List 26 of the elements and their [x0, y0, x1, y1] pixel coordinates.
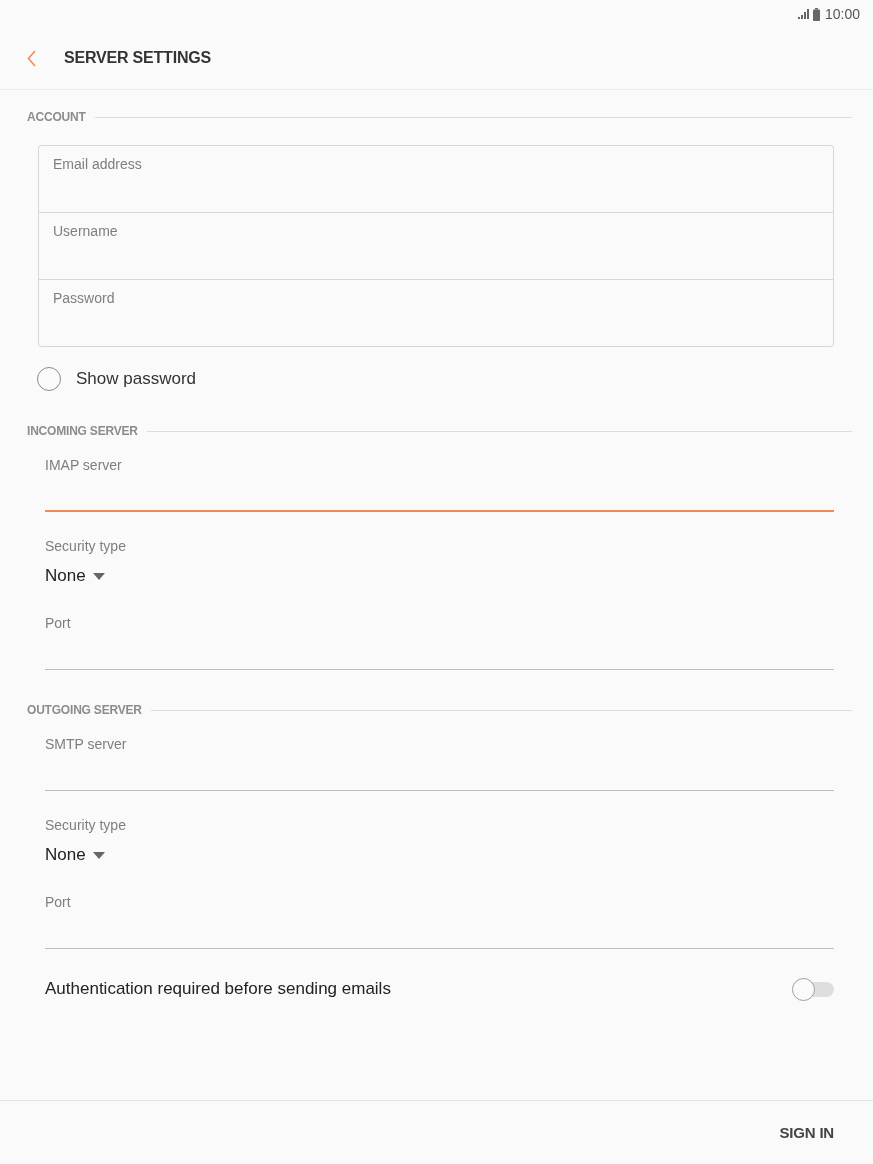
back-button[interactable]: [27, 49, 36, 67]
input-field[interactable]: Password: [38, 279, 834, 347]
field-label: Security type: [45, 817, 126, 833]
input-field[interactable]: Username: [38, 212, 834, 280]
setting-label: Authentication required before sending emails: [45, 979, 391, 999]
toggle-switch[interactable]: [792, 977, 834, 1001]
security-type-dropdown[interactable]: None: [45, 845, 105, 865]
radio-label[interactable]: Show password: [76, 369, 196, 389]
field-label: Port: [45, 894, 71, 910]
signal-icon: [797, 9, 810, 19]
section-header: ACCOUNT: [27, 110, 86, 124]
screen-title: SERVER SETTINGS: [64, 49, 211, 67]
input-field[interactable]: Email address: [38, 145, 834, 213]
security-type-dropdown[interactable]: None: [45, 566, 105, 586]
field-label: SMTP server: [45, 736, 127, 752]
caret-icon: [92, 572, 105, 580]
caret-icon: [92, 851, 105, 859]
section-header: INCOMING SERVER: [27, 424, 138, 438]
status-time: 10:00: [824, 6, 860, 22]
section-header: OUTGOING SERVER: [27, 703, 142, 717]
field-label: Port: [45, 615, 71, 631]
back-icon: [27, 49, 36, 67]
battery-icon: [812, 7, 820, 21]
field-label: IMAP server: [45, 457, 122, 473]
sign-in-button[interactable]: SIGN IN: [779, 1118, 834, 1147]
field-label: Security type: [45, 538, 126, 554]
